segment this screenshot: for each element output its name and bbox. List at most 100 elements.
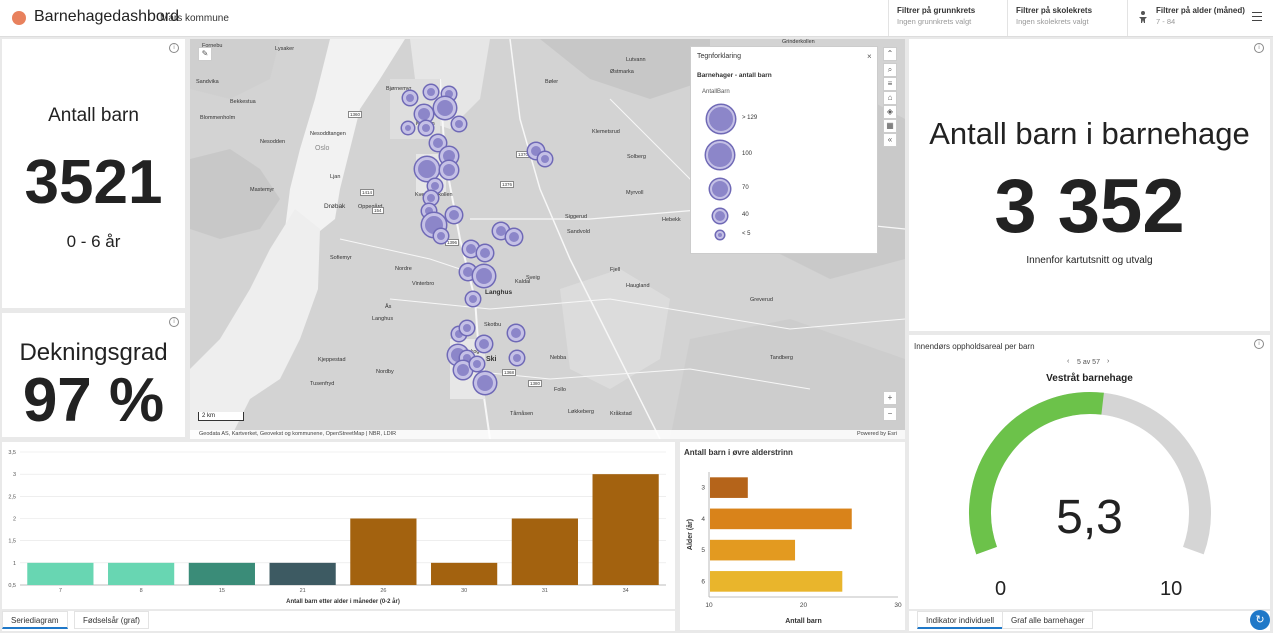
x-tick-label: 31 <box>542 588 548 594</box>
map-label: Bekkestua <box>230 99 256 105</box>
y-tick-label: 4 <box>701 516 705 523</box>
kindergarten-marker[interactable] <box>440 161 458 179</box>
map-label: Langhus <box>372 316 394 322</box>
map-attribution-bar: Geodata AS, Kartverket, Geovekst og komm… <box>190 430 905 439</box>
y-tick-label: 1 <box>13 561 16 567</box>
layers-icon[interactable]: ◈ <box>883 105 897 119</box>
map-label: Myrvoll <box>626 190 644 196</box>
kindergarten-marker[interactable] <box>424 191 438 205</box>
indicator-caption: Innenfor kartutsnitt og utvalg <box>1026 255 1153 266</box>
collapse-toolbar-icon[interactable]: « <box>883 133 897 147</box>
indicator-range: 0 - 6 år <box>66 232 121 251</box>
kindergarten-marker[interactable] <box>452 117 466 131</box>
legend-symbol <box>710 179 730 199</box>
kindergarten-marker[interactable] <box>466 292 480 306</box>
map-legend: Tegnforklaring × Barnehager - antall bar… <box>690 46 878 254</box>
kindergarten-marker[interactable] <box>415 157 439 181</box>
kindergarten-marker[interactable] <box>434 229 448 243</box>
map-label: Blommenholm <box>200 115 236 121</box>
kindergarten-marker[interactable] <box>403 91 417 105</box>
info-icon[interactable]: i <box>1254 43 1264 53</box>
map-label: Solberg <box>627 154 646 160</box>
tab-graf-alle-barnehager[interactable]: Graf alle barnehager <box>1002 611 1094 629</box>
x-tick-label: 30 <box>894 602 902 609</box>
kindergarten-marker[interactable] <box>474 372 496 394</box>
kindergarten-marker[interactable] <box>538 152 552 166</box>
kindergarten-marker[interactable] <box>506 229 522 245</box>
map-label: Fjell <box>610 267 621 273</box>
map-label: Sofiemyr <box>330 255 352 261</box>
gauge-tabs: Indikator individuell Graf alle barnehag… <box>909 611 1270 631</box>
y-tick-label: 3 <box>13 472 16 478</box>
x-tick-label: 10 <box>705 602 713 609</box>
kindergarten-marker[interactable] <box>473 265 495 287</box>
map-label: Lysaker <box>275 46 295 52</box>
filter-label: Filtrer på alder (måned) <box>1156 6 1245 15</box>
kindergarten-marker[interactable] <box>508 325 524 341</box>
home-icon[interactable]: ⌂ <box>883 91 897 105</box>
indicator-value: 3 352 <box>994 164 1185 249</box>
x-tick-label: 20 <box>800 602 808 609</box>
tab-fodselsar[interactable]: Fødselsår (graf) <box>74 611 149 629</box>
tab-seriediagram[interactable]: Seriediagram <box>2 611 68 629</box>
app-logo <box>12 11 26 25</box>
map-label: Drøbak <box>324 203 346 210</box>
kindergarten-marker[interactable] <box>446 207 462 223</box>
search-icon[interactable]: ⌕ <box>883 63 897 77</box>
y-tick-label: 2,5 <box>8 494 16 500</box>
map-label: Mastemyr <box>250 187 275 193</box>
legend-label: < 5 <box>742 231 751 237</box>
map-label: Tusenfryd <box>310 381 335 387</box>
kindergarten-marker[interactable] <box>402 122 414 134</box>
legend-label: > 129 <box>742 115 758 121</box>
zoom-out-icon[interactable]: − <box>883 407 897 421</box>
close-icon[interactable]: × <box>867 52 872 61</box>
kindergarten-marker[interactable] <box>470 357 484 371</box>
indicator-value: 3521 <box>24 148 163 217</box>
powered-by: Powered by Esri <box>856 431 897 437</box>
filter-alder[interactable]: Filtrer på alder (måned) 7 - 84 <box>1127 0 1245 36</box>
x-tick-label: 21 <box>300 588 306 594</box>
bar-chart-panel: 0,5 1 1,5 2 2,5 3 3,5 7 8 15 21 26 30 31 34 Antall barn… <box>2 442 675 609</box>
info-icon[interactable]: i <box>169 317 179 327</box>
filter-grunnkrets[interactable]: Filtrer på grunnkrets Ingen grunnkrets v… <box>888 0 1008 36</box>
kindergarten-marker[interactable] <box>510 351 524 365</box>
y-tick-label: 0,5 <box>8 583 16 589</box>
filter-skolekrets[interactable]: Filtrer på skolekrets Ingen skolekrets v… <box>1007 0 1127 36</box>
legend-symbol <box>716 231 724 239</box>
legend-label: 40 <box>742 212 749 218</box>
tab-indikator-individuell[interactable]: Indikator individuell <box>917 611 1004 629</box>
filter-label: Filtrer på grunnkrets <box>897 6 976 15</box>
filter-value: Ingen skolekrets valgt <box>1016 17 1089 26</box>
indicator-title: Dekningsgrad <box>19 339 168 366</box>
road-number: 1396 <box>445 239 460 246</box>
bar <box>27 562 94 585</box>
x-axis-label: Antall barn etter alder i måneder (0-2 å… <box>286 598 400 605</box>
collapse-icon[interactable]: ⌃ <box>883 47 897 61</box>
info-icon[interactable]: i <box>169 43 179 53</box>
y-tick-label: 2 <box>13 517 16 523</box>
basemap-icon[interactable]: ▦ <box>883 119 897 133</box>
kindergarten-marker[interactable] <box>477 245 493 261</box>
kindergarten-marker[interactable] <box>460 321 474 335</box>
legend-symbol <box>706 141 734 169</box>
bar <box>511 518 578 585</box>
map-label: Nordre <box>395 266 412 272</box>
zoom-in-icon[interactable]: + <box>883 391 897 405</box>
map-label: Sandvold <box>567 229 590 235</box>
bar <box>431 562 498 585</box>
x-axis-label: Antall barn <box>785 618 822 625</box>
bar <box>710 477 748 498</box>
map-label: Tandberg <box>770 355 793 361</box>
bar <box>350 518 417 585</box>
kindergarten-marker[interactable] <box>434 97 456 119</box>
edit-icon[interactable]: ✎ <box>198 47 212 61</box>
kindergarten-marker[interactable] <box>424 85 438 99</box>
refresh-icon[interactable]: ↻ <box>1250 610 1270 630</box>
legend-icon[interactable]: ≡ <box>883 77 897 91</box>
menu-icon[interactable] <box>1252 12 1262 24</box>
kindergarten-marker[interactable] <box>419 121 433 135</box>
kindergarten-marker[interactable] <box>476 336 492 352</box>
child-icon <box>1139 11 1147 23</box>
x-tick-label: 7 <box>59 588 62 594</box>
